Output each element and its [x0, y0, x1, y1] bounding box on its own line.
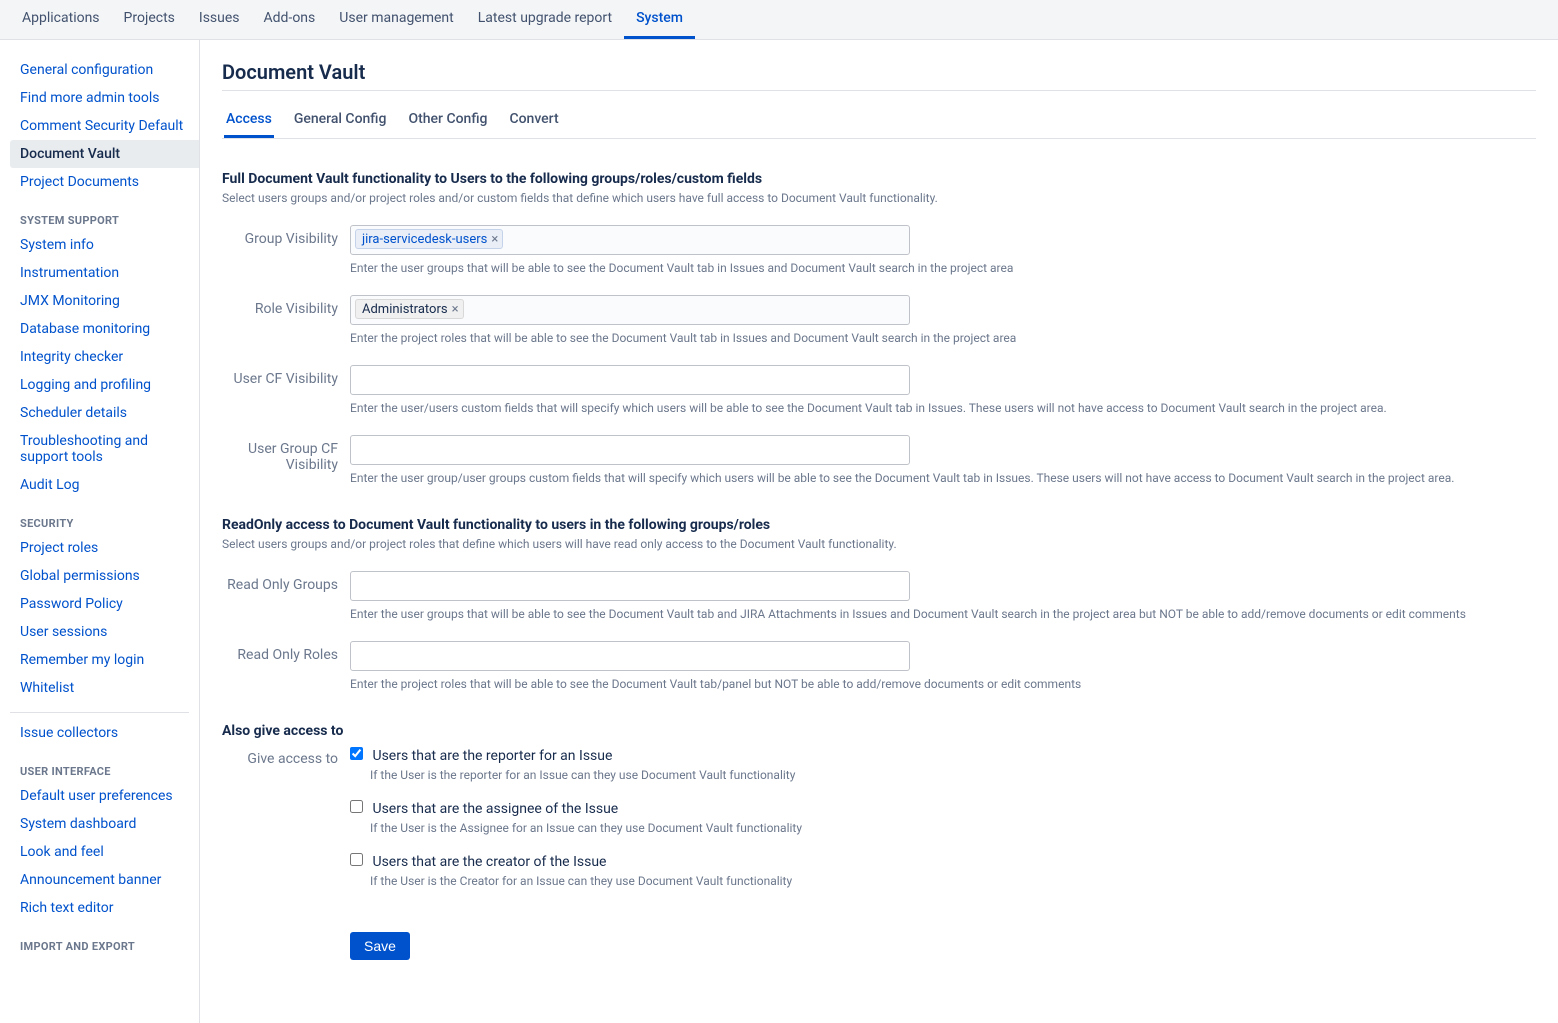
section-title-readonly: ReadOnly access to Document Vault functi…: [222, 517, 1536, 533]
sidebar-item-project-roles[interactable]: Project roles: [10, 534, 199, 562]
topnav-latest-upgrade-report[interactable]: Latest upgrade report: [466, 0, 624, 39]
sidebar-heading-security: SECURITY: [10, 499, 199, 534]
checkbox-hint-creator: If the User is the Creator for an Issue …: [370, 874, 1536, 888]
section-desc-readonly: Select users groups and/or project roles…: [222, 537, 1536, 551]
checkbox-creator[interactable]: [350, 853, 363, 866]
sidebar-item-audit-log[interactable]: Audit Log: [10, 471, 199, 499]
chip-label: jira-servicedesk-users: [362, 232, 487, 247]
sidebar-item-instrumentation[interactable]: Instrumentation: [10, 259, 199, 287]
sidebar-item-default-user-preferences[interactable]: Default user preferences: [10, 782, 199, 810]
checkbox-label-reporter: Users that are the reporter for an Issue: [372, 748, 612, 764]
sidebar-heading-system-support: SYSTEM SUPPORT: [10, 196, 199, 231]
topnav-system[interactable]: System: [624, 0, 695, 39]
chip-administrators[interactable]: Administrators ×: [355, 299, 464, 319]
label-group-visibility: Group Visibility: [222, 225, 350, 247]
checkbox-label-creator: Users that are the creator of the Issue: [372, 854, 606, 870]
sidebar-item-database-monitoring[interactable]: Database monitoring: [10, 315, 199, 343]
subtab-convert[interactable]: Convert: [507, 105, 560, 138]
topnav-projects[interactable]: Projects: [112, 0, 187, 39]
hint-role-visibility: Enter the project roles that will be abl…: [350, 331, 1536, 345]
input-group-visibility[interactable]: jira-servicedesk-users ×: [350, 225, 910, 255]
sidebar-item-logging-profiling[interactable]: Logging and profiling: [10, 371, 199, 399]
checkbox-assignee[interactable]: [350, 800, 363, 813]
sub-tabs: Access General Config Other Config Conve…: [222, 105, 1536, 139]
section-title-also-access: Also give access to: [222, 723, 1536, 739]
sidebar-item-general-configuration[interactable]: General configuration: [10, 56, 199, 84]
hint-user-cf-visibility: Enter the user/users custom fields that …: [350, 401, 1536, 415]
sidebar-heading-import-export: IMPORT AND EXPORT: [10, 922, 199, 957]
input-role-visibility[interactable]: Administrators ×: [350, 295, 910, 325]
label-user-group-cf-visibility: User Group CF Visibility: [222, 435, 350, 473]
topnav-issues[interactable]: Issues: [187, 0, 252, 39]
top-nav: Applications Projects Issues Add-ons Use…: [0, 0, 1558, 40]
main-content: Document Vault Access General Config Oth…: [200, 40, 1558, 1023]
sidebar-item-integrity-checker[interactable]: Integrity checker: [10, 343, 199, 371]
label-role-visibility: Role Visibility: [222, 295, 350, 317]
sidebar-item-scheduler-details[interactable]: Scheduler details: [10, 399, 199, 427]
sidebar-item-comment-security-default[interactable]: Comment Security Default: [10, 112, 199, 140]
checkbox-hint-reporter: If the User is the reporter for an Issue…: [370, 768, 1536, 782]
topnav-user-management[interactable]: User management: [327, 0, 465, 39]
sidebar: General configuration Find more admin to…: [0, 40, 200, 1023]
page-title: Document Vault: [222, 60, 1536, 91]
sidebar-item-announcement-banner[interactable]: Announcement banner: [10, 866, 199, 894]
chip-jira-servicedesk-users[interactable]: jira-servicedesk-users ×: [355, 229, 503, 249]
sidebar-item-document-vault[interactable]: Document Vault: [10, 140, 199, 168]
sidebar-item-system-info[interactable]: System info: [10, 231, 199, 259]
sidebar-item-find-more-admin-tools[interactable]: Find more admin tools: [10, 84, 199, 112]
hint-group-visibility: Enter the user groups that will be able …: [350, 261, 1536, 275]
subtab-general-config[interactable]: General Config: [292, 105, 389, 138]
section-desc-full-access: Select users groups and/or project roles…: [222, 191, 1536, 205]
checkbox-hint-assignee: If the User is the Assignee for an Issue…: [370, 821, 1536, 835]
sidebar-item-user-sessions[interactable]: User sessions: [10, 618, 199, 646]
sidebar-item-whitelist[interactable]: Whitelist: [10, 674, 199, 702]
section-title-full-access: Full Document Vault functionality to Use…: [222, 171, 1536, 187]
hint-read-only-roles: Enter the project roles that will be abl…: [350, 677, 1536, 691]
label-user-cf-visibility: User CF Visibility: [222, 365, 350, 387]
topnav-addons[interactable]: Add-ons: [252, 0, 328, 39]
subtab-access[interactable]: Access: [224, 105, 274, 138]
label-read-only-roles: Read Only Roles: [222, 641, 350, 663]
chip-label: Administrators: [362, 302, 448, 317]
sidebar-item-global-permissions[interactable]: Global permissions: [10, 562, 199, 590]
checkbox-label-assignee: Users that are the assignee of the Issue: [372, 801, 618, 817]
sidebar-heading-user-interface: USER INTERFACE: [10, 747, 199, 782]
sidebar-item-password-policy[interactable]: Password Policy: [10, 590, 199, 618]
remove-chip-icon[interactable]: ×: [491, 232, 498, 247]
input-user-group-cf-visibility[interactable]: [350, 435, 910, 465]
input-user-cf-visibility[interactable]: [350, 365, 910, 395]
subtab-other-config[interactable]: Other Config: [406, 105, 489, 138]
hint-read-only-groups: Enter the user groups that will be able …: [350, 607, 1536, 621]
label-give-access-to: Give access to: [222, 745, 350, 767]
sidebar-item-jmx-monitoring[interactable]: JMX Monitoring: [10, 287, 199, 315]
sidebar-item-look-and-feel[interactable]: Look and feel: [10, 838, 199, 866]
sidebar-item-troubleshooting-support-tools[interactable]: Troubleshooting and support tools: [10, 427, 199, 471]
sidebar-item-system-dashboard[interactable]: System dashboard: [10, 810, 199, 838]
sidebar-item-issue-collectors[interactable]: Issue collectors: [10, 719, 199, 747]
hint-user-group-cf-visibility: Enter the user group/user groups custom …: [350, 471, 1536, 485]
remove-chip-icon[interactable]: ×: [452, 302, 459, 317]
sidebar-item-remember-my-login[interactable]: Remember my login: [10, 646, 199, 674]
label-read-only-groups: Read Only Groups: [222, 571, 350, 593]
topnav-applications[interactable]: Applications: [10, 0, 112, 39]
save-button[interactable]: Save: [350, 932, 410, 960]
sidebar-divider: [10, 712, 189, 713]
input-read-only-roles[interactable]: [350, 641, 910, 671]
sidebar-item-rich-text-editor[interactable]: Rich text editor: [10, 894, 199, 922]
sidebar-item-project-documents[interactable]: Project Documents: [10, 168, 199, 196]
checkbox-reporter[interactable]: [350, 747, 363, 760]
input-read-only-groups[interactable]: [350, 571, 910, 601]
